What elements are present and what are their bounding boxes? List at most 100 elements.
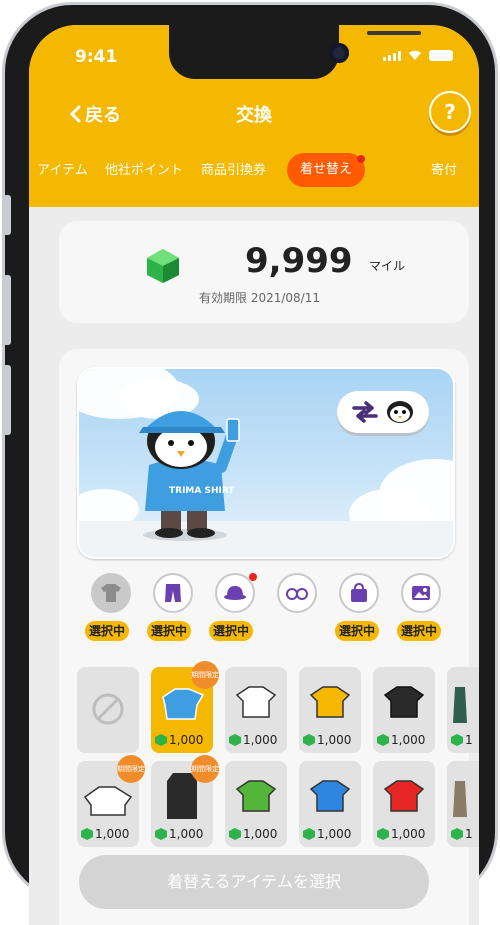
- selected-badge: 選択中: [335, 621, 380, 641]
- selected-badge: 選択中: [397, 621, 442, 641]
- shirt-item-icon: [162, 688, 205, 720]
- item-price: 1,000: [229, 827, 277, 841]
- category-bag[interactable]: [339, 573, 379, 613]
- hat-notification-dot: [249, 573, 257, 581]
- swap-arrows-icon: [352, 401, 378, 423]
- volume-down-button: [3, 365, 11, 435]
- volume-up-button: [3, 275, 11, 345]
- item-price: 1,000: [81, 827, 129, 841]
- gem-icon: [451, 828, 463, 840]
- expiry-date: 有効期限 2021/08/11: [199, 291, 320, 305]
- item-card[interactable]: 期間限定 1,000: [77, 755, 145, 847]
- tab-donation[interactable]: 寄付: [431, 159, 457, 178]
- status-icons: [383, 49, 453, 61]
- shirt-print-text: TRIMA SHIRT: [169, 486, 235, 496]
- bag-icon: [351, 583, 367, 602]
- page-title: 交換: [236, 105, 272, 126]
- gem-icon: [155, 828, 167, 840]
- category-background[interactable]: [401, 573, 441, 613]
- gem-icon: [377, 828, 389, 840]
- limited-time-badge: 期間限定: [117, 755, 145, 783]
- speaker: [367, 31, 421, 35]
- item-card[interactable]: 期間限定 1,000: [151, 755, 219, 847]
- mute-switch: [3, 195, 11, 235]
- shirt-item-icon: [83, 786, 133, 816]
- phone-frame: 9:41 戻る 交換 ? アイテム 他社ポイント 商品引換券 着せ替え 寄付 9…: [2, 2, 498, 925]
- tab-bar: アイテム 他社ポイント 商品引換券 着せ替え 寄付: [29, 153, 479, 193]
- coat-item-icon: [453, 781, 467, 817]
- shirt-item-icon: [383, 686, 425, 718]
- gem-icon: [81, 828, 93, 840]
- item-price: 1,000: [229, 733, 277, 747]
- shirt-item-icon: [309, 780, 351, 812]
- battery-icon: [429, 50, 453, 61]
- status-time: 9:41: [75, 47, 118, 67]
- shirt-item-icon: [235, 686, 277, 718]
- item-card[interactable]: 1,000: [225, 761, 287, 847]
- select-item-button[interactable]: 着替えるアイテムを選択: [79, 855, 429, 909]
- tab-vouchers[interactable]: 商品引換券: [201, 159, 266, 178]
- tab-dress-up[interactable]: 着せ替え: [287, 153, 366, 187]
- selected-badge: 選択中: [85, 621, 130, 641]
- item-card[interactable]: 1,000: [373, 667, 435, 753]
- shirt-item-icon: [235, 780, 277, 812]
- gem-icon: [303, 828, 315, 840]
- category-glasses[interactable]: [277, 573, 317, 613]
- tab-items[interactable]: アイテム: [37, 159, 88, 178]
- help-button[interactable]: ?: [429, 91, 471, 133]
- item-card[interactable]: 1: [447, 761, 479, 847]
- selected-badge: 選択中: [147, 621, 192, 641]
- mile-balance: 9,999: [245, 241, 353, 281]
- gem-icon: [229, 734, 241, 746]
- swap-avatar-button[interactable]: [337, 391, 429, 433]
- penguin-avatar: TRIMA SHIRT: [139, 411, 240, 541]
- app-screen: 9:41 戻る 交換 ? アイテム 他社ポイント 商品引換券 着せ替え 寄付 9…: [29, 25, 479, 925]
- gem-icon: [229, 828, 241, 840]
- hat-icon: [224, 586, 246, 600]
- front-camera: [329, 43, 349, 63]
- item-price: 1: [451, 733, 473, 747]
- item-card[interactable]: 1,000: [373, 761, 435, 847]
- gem-icon: [451, 734, 463, 746]
- gem-icon: [377, 734, 389, 746]
- signal-icon: [383, 51, 401, 61]
- dress-up-panel: TRIMA SHIRT 選択中 選択中 選択中 選択中 選択中 期間限定 1,0…: [59, 349, 479, 925]
- shirt-item-icon: [383, 780, 425, 812]
- gem-icon: [303, 734, 315, 746]
- coat-item-icon: [453, 687, 467, 723]
- item-card[interactable]: 1,000: [299, 761, 361, 847]
- item-card[interactable]: 1,000: [299, 667, 361, 753]
- item-none[interactable]: [77, 667, 139, 753]
- gem-icon: [155, 734, 167, 746]
- prohibited-icon: [92, 693, 124, 725]
- item-price: 1,000: [377, 827, 425, 841]
- item-price: 1: [451, 827, 473, 841]
- avatar-preview: TRIMA SHIRT: [77, 367, 455, 559]
- gem-icon: [147, 249, 179, 283]
- mile-balance-card: 9,999 マイル 有効期限 2021/08/11: [59, 221, 469, 323]
- wifi-icon: [409, 50, 421, 60]
- shirt-item-icon: [309, 686, 351, 718]
- notch: [169, 25, 421, 79]
- shirt-icon: [101, 584, 121, 602]
- item-price: 1,000: [155, 827, 203, 841]
- limited-time-badge: 期間限定: [191, 661, 219, 689]
- background-image-icon: [412, 586, 430, 600]
- selected-badge: 選択中: [209, 621, 254, 641]
- category-pants[interactable]: [153, 573, 193, 613]
- tab-other-points[interactable]: 他社ポイント: [105, 159, 183, 178]
- item-price: 1,000: [303, 733, 351, 747]
- item-card[interactable]: 期間限定 1,000: [151, 661, 219, 753]
- limited-time-badge: 期間限定: [191, 755, 219, 783]
- mile-unit: マイル: [369, 259, 406, 273]
- category-shirt[interactable]: [91, 573, 131, 613]
- item-price: 1,000: [303, 827, 351, 841]
- pants-icon: [165, 584, 181, 602]
- app-header: 9:41 戻る 交換 ? アイテム 他社ポイント 商品引換券 着せ替え 寄付: [29, 25, 479, 207]
- penguin-face-icon: [387, 401, 413, 423]
- item-card[interactable]: 1,000: [225, 667, 287, 753]
- item-card[interactable]: 1: [447, 667, 479, 753]
- glasses-icon: [286, 588, 308, 600]
- tab-notification-dot: [357, 155, 365, 163]
- item-price: 1,000: [377, 733, 425, 747]
